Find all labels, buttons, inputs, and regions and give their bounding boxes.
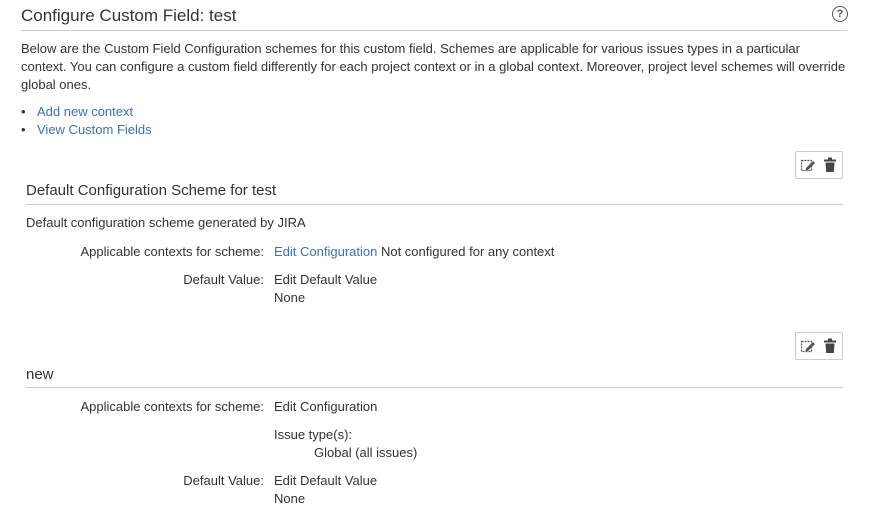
trash-icon[interactable] [822, 338, 838, 354]
scheme-description: Default configuration scheme generated b… [26, 215, 306, 230]
default-value: None [274, 491, 306, 506]
view-custom-fields-item: View Custom Fields [21, 121, 152, 139]
scheme-tools-default [795, 151, 843, 179]
edit-default-value-link[interactable]: Edit Default Value [274, 272, 377, 287]
issue-types-label: Issue type(s): [274, 427, 353, 442]
page-title: Configure Custom Field: test [21, 6, 237, 25]
scheme-title: Default Configuration Scheme for test [26, 182, 277, 199]
edit-scheme-icon[interactable] [800, 157, 816, 173]
default-value: None [274, 290, 306, 305]
title-divider [21, 30, 847, 31]
edit-scheme-icon[interactable] [800, 338, 816, 354]
default-value-label: Default Value: [183, 473, 264, 488]
default-value-label: Default Value: [183, 272, 264, 287]
contexts-note: Not configured for any context [380, 244, 555, 259]
contexts-label: Applicable contexts for scheme: [80, 244, 264, 259]
edit-configuration-link[interactable]: Edit Configuration [274, 399, 377, 414]
scheme-title: new [26, 366, 54, 383]
view-custom-fields-link[interactable]: View Custom Fields [37, 122, 152, 137]
question-circle-icon[interactable]: ? [832, 6, 848, 22]
edit-default-value-link[interactable]: Edit Default Value [274, 473, 377, 488]
scheme-divider [26, 387, 843, 388]
add-context-item: Add new context [21, 103, 152, 121]
intro-text: Below are the Custom Field Configuration… [21, 41, 846, 92]
action-links: Add new context View Custom Fields [21, 103, 152, 139]
add-new-context-link[interactable]: Add new context [37, 104, 133, 119]
issue-types-value: Global (all issues) [314, 445, 418, 460]
scheme-tools-new [795, 332, 843, 360]
trash-icon[interactable] [822, 157, 838, 173]
contexts-label: Applicable contexts for scheme: [80, 399, 264, 414]
contexts-value: Edit Configuration Not configured for an… [274, 244, 554, 259]
scheme-divider [26, 204, 843, 205]
edit-configuration-link[interactable]: Edit Configuration [274, 244, 377, 259]
